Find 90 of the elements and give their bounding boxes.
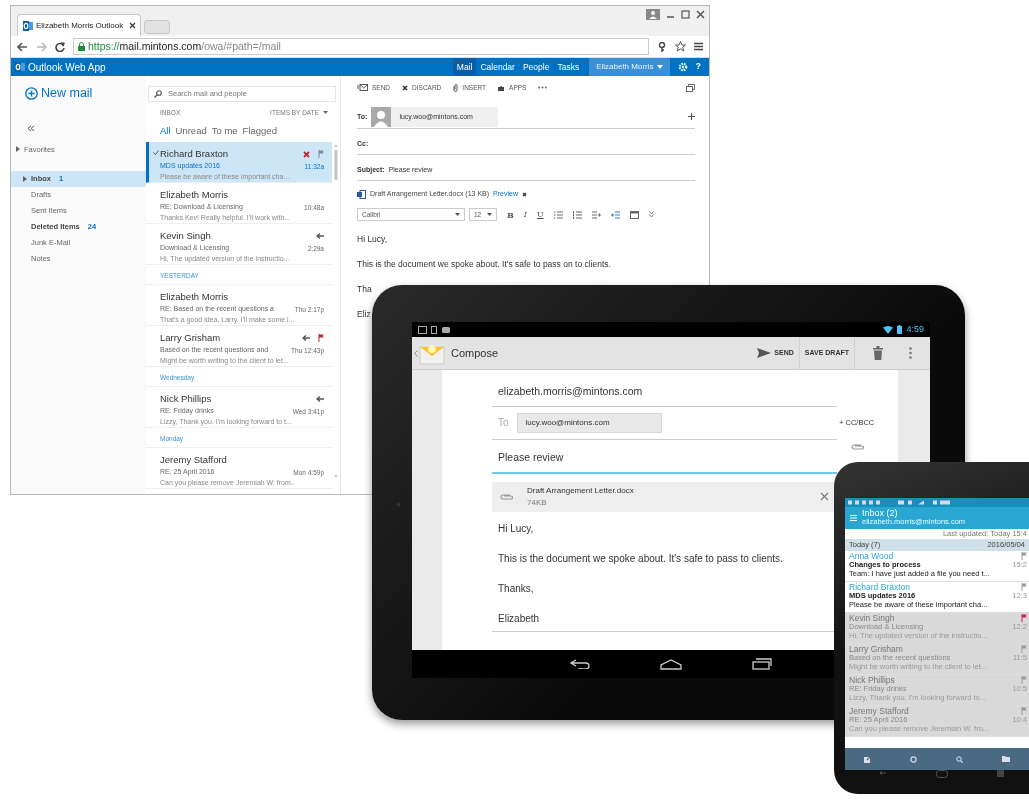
inbox-title: Inbox (2) [862, 509, 898, 519]
body-text: This is the document we spoke about. It's safe to pass on to clients. [357, 258, 612, 271]
filter-tab[interactable]: Unread [175, 123, 207, 138]
help-button[interactable]: ? [695, 60, 701, 74]
key-icon[interactable] [657, 41, 667, 52]
body-text: Tha [357, 282, 373, 296]
outlook-logo-icon [15, 62, 25, 72]
indent-icon[interactable] [591, 210, 601, 219]
format-button[interactable]: U [536, 208, 544, 221]
app-name: Outlook Web App [28, 60, 106, 75]
more-icon[interactable] [909, 347, 912, 359]
delete-icon [303, 150, 310, 158]
flag-icon [318, 150, 324, 159]
outlook-logo-icon [23, 20, 33, 31]
user-icon[interactable] [646, 9, 660, 20]
send-icon [357, 84, 368, 92]
filter-tab[interactable]: Flagged [242, 123, 277, 138]
nav-tab[interactable]: People [518, 58, 554, 76]
menu-icon[interactable] [694, 42, 703, 51]
trash-icon[interactable] [873, 346, 883, 360]
attachment-name[interactable]: Draft Arrangement Letter.docx [527, 484, 634, 497]
nav-tab[interactable]: Calendar [476, 58, 519, 76]
numbered-list-icon[interactable] [572, 210, 582, 219]
word-document-icon [357, 189, 366, 199]
remove-icon [521, 191, 527, 197]
format-button[interactable]: B [507, 208, 514, 221]
more-icon[interactable] [538, 86, 548, 90]
body-text: Eliz [357, 307, 372, 321]
body-text: Thanks, [497, 581, 535, 596]
caret-icon [487, 213, 492, 217]
search-icon [154, 90, 162, 98]
table-icon[interactable] [629, 210, 639, 219]
discard-icon [402, 84, 409, 91]
format-button[interactable]: I [523, 208, 527, 221]
close-icon [696, 10, 705, 19]
attachment-size: 74KB [527, 496, 548, 509]
close-icon [129, 22, 137, 29]
new-mail-button[interactable]: New mail [25, 84, 93, 103]
subject-field[interactable]: Please review [492, 439, 837, 474]
search-icon[interactable] [955, 755, 963, 763]
wifi-icon [883, 325, 894, 334]
close-icon [820, 492, 829, 501]
paperclip-icon [500, 493, 513, 500]
caret-icon [455, 213, 460, 217]
lock-icon [78, 42, 85, 51]
avatar-icon [371, 106, 392, 127]
maximize-icon[interactable] [681, 10, 690, 19]
paperclip-icon[interactable] [851, 444, 864, 451]
back-caret-icon[interactable] [414, 349, 418, 357]
outdent-icon[interactable] [610, 210, 620, 219]
battery-icon [897, 325, 903, 334]
back-key-icon[interactable] [878, 770, 887, 776]
popout-icon[interactable] [686, 83, 695, 92]
tab-title: Elizabeth Morris Outlook [36, 19, 124, 32]
expand-icon[interactable] [648, 211, 654, 219]
browser-tab[interactable]: Elizabeth Morris Outlook [17, 14, 141, 36]
refresh-icon[interactable] [910, 755, 918, 763]
filter-tab[interactable]: All [160, 123, 171, 138]
body-text: Hi Lucy, [497, 521, 535, 536]
star-icon[interactable] [675, 41, 686, 52]
recents-icon[interactable] [752, 658, 772, 670]
paperclip-icon [453, 83, 459, 92]
screen-title: Compose [451, 345, 500, 361]
nav-tab[interactable]: Mail [452, 58, 477, 76]
body-text: Hi Lucy, [357, 233, 389, 246]
expand-arrow-icon[interactable] [23, 176, 27, 182]
add-icon[interactable] [688, 113, 695, 121]
field-label: To [498, 416, 509, 431]
status-time: 4:59 [906, 322, 924, 336]
address-field[interactable]: https://mail.mintons.com/owa/#path=/mail [73, 38, 649, 55]
send-icon [757, 348, 772, 358]
check-icon [153, 150, 159, 155]
nav-tab[interactable]: Tasks [553, 58, 584, 76]
compose-icon[interactable] [864, 755, 872, 763]
back-icon[interactable] [17, 41, 28, 52]
folder-icon[interactable] [1001, 756, 1010, 762]
caret-icon [656, 65, 663, 69]
reload-icon[interactable] [55, 41, 65, 52]
caret-icon [323, 111, 328, 115]
expand-arrow-icon[interactable] [16, 146, 20, 153]
settings-icon[interactable] [677, 62, 688, 72]
from-field[interactable]: elizabeth.morris@mintons.com [492, 380, 837, 407]
home-key-icon[interactable] [936, 770, 948, 778]
recipient-chip[interactable]: lucy.woo@mintons.com [516, 412, 662, 433]
collapse-icon[interactable] [27, 124, 35, 132]
filter-tab[interactable]: To me [211, 123, 238, 138]
notification-icons-drawing [418, 325, 452, 334]
home-icon[interactable] [660, 658, 682, 670]
body-text: This is the document we spoke about. It's safe to pass to clients. [497, 551, 784, 566]
plus-circle-icon [25, 86, 38, 100]
